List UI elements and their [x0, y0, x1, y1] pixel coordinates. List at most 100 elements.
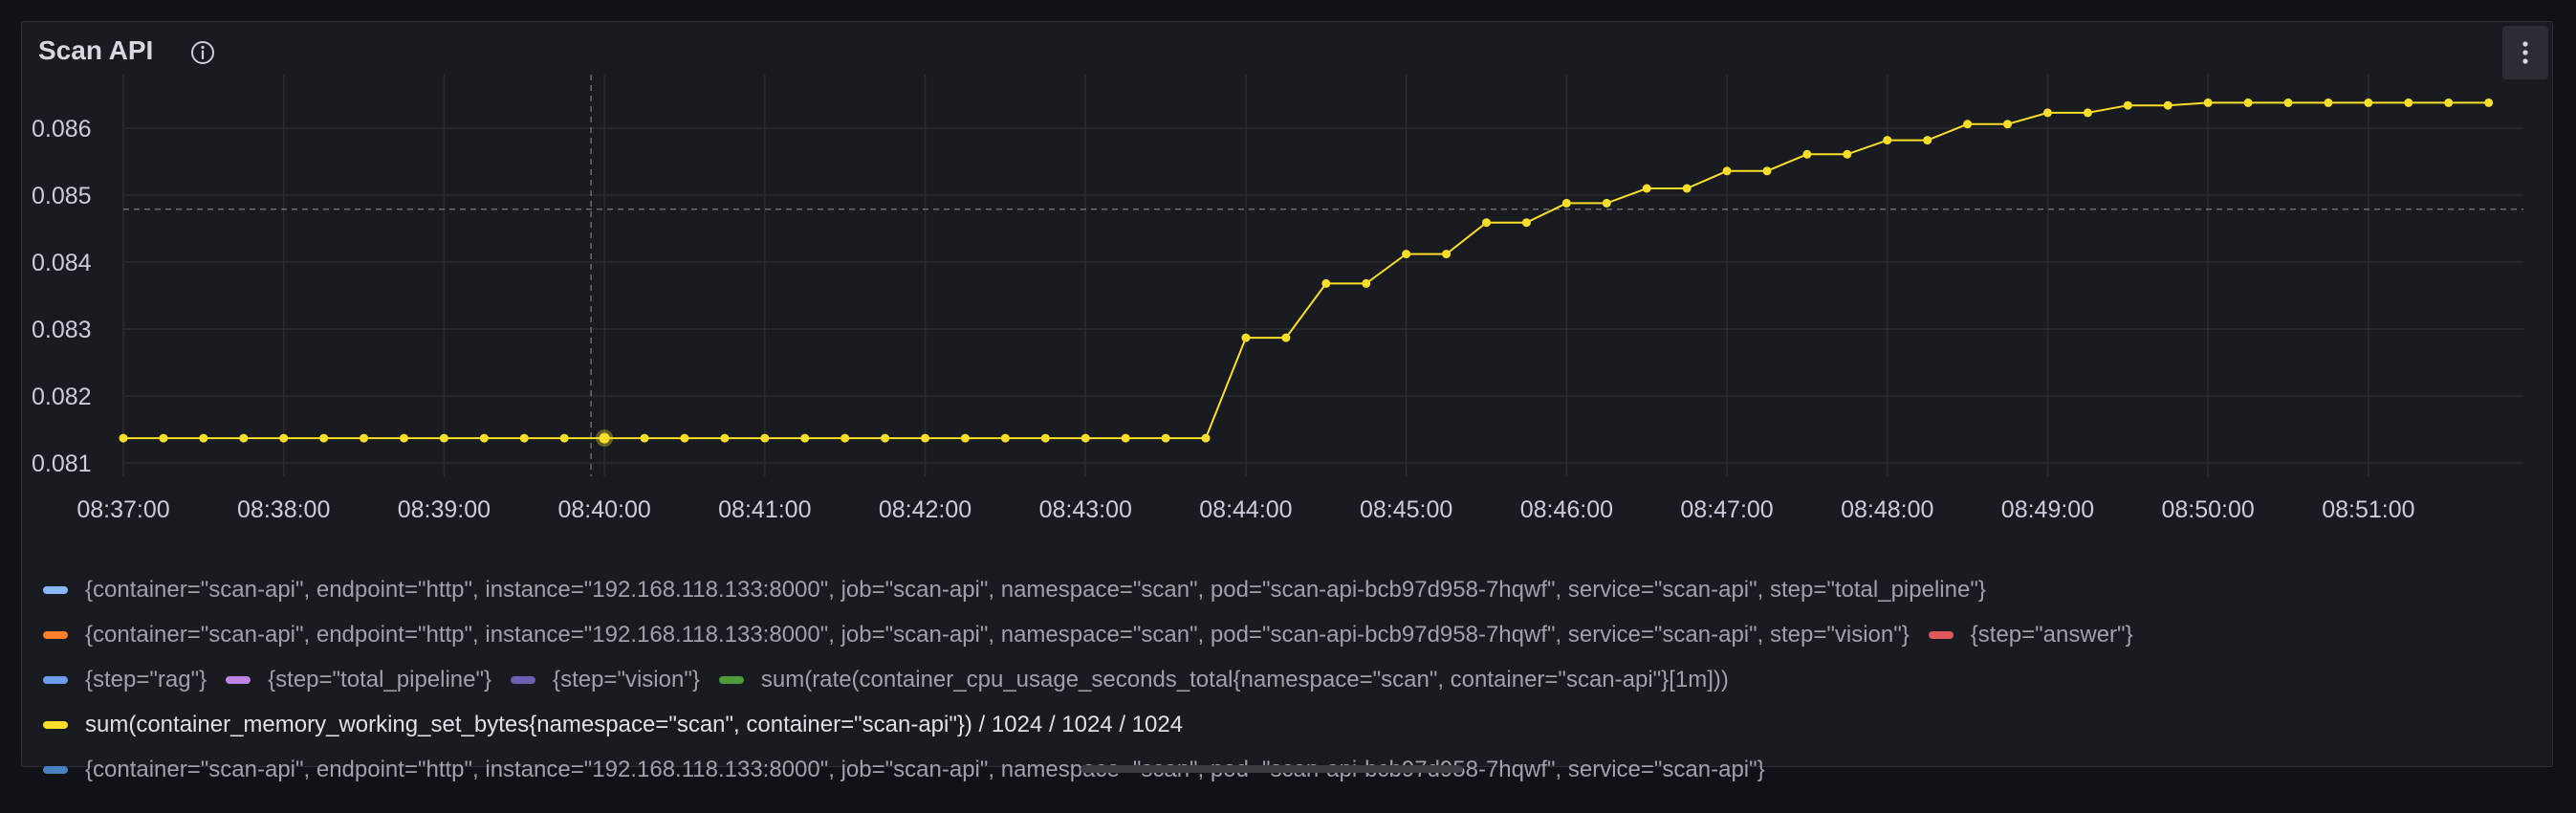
data-point[interactable]	[1642, 184, 1651, 193]
x-tick-label: 08:43:00	[1039, 496, 1132, 523]
legend-label: {container="scan-api", endpoint="http", …	[85, 757, 1765, 782]
data-point[interactable]	[2404, 98, 2413, 107]
data-point[interactable]	[2203, 98, 2213, 107]
data-point[interactable]	[1121, 433, 1130, 443]
legend-swatch	[43, 765, 68, 774]
data-point[interactable]	[399, 433, 408, 443]
data-point[interactable]	[1402, 250, 1411, 259]
data-point[interactable]	[2324, 98, 2333, 107]
data-point[interactable]	[1521, 218, 1531, 228]
data-point[interactable]	[2042, 108, 2052, 118]
x-tick-label: 08:49:00	[2001, 496, 2094, 523]
legend-item[interactable]: {container="scan-api", endpoint="http", …	[43, 747, 1765, 792]
data-point[interactable]	[1682, 184, 1692, 193]
data-point[interactable]	[1843, 149, 1852, 159]
x-tick-label: 08:42:00	[879, 496, 971, 523]
data-point[interactable]	[1281, 333, 1291, 342]
legend-label: {step="vision"}	[553, 667, 700, 692]
data-point[interactable]	[2123, 100, 2132, 110]
data-point[interactable]	[2283, 98, 2293, 107]
data-point[interactable]	[1802, 149, 1812, 159]
x-tick-label: 08:44:00	[1199, 496, 1292, 523]
legend-item[interactable]: {step="vision"}	[511, 657, 700, 702]
horizontal-scrollbar[interactable]	[1081, 765, 1463, 773]
data-point[interactable]	[479, 433, 489, 443]
data-point[interactable]	[680, 433, 689, 443]
data-point[interactable]	[1442, 250, 1452, 259]
memory-line-chart[interactable]: 0.081 0.082 0.083 0.084 0.085 0.086 08:37:00 08…	[22, 22, 2552, 558]
data-point[interactable]	[1722, 166, 1732, 176]
data-point[interactable]	[921, 433, 930, 443]
data-point[interactable]	[840, 433, 850, 443]
chart-panel: Scan API 0.081 0.082 0.083 0.084 0.085 0.086 0…	[21, 21, 2553, 782]
x-tick-label: 08:51:00	[2322, 496, 2414, 523]
y-tick-label: 0.084	[32, 250, 92, 276]
legend-item[interactable]: {container="scan-api", endpoint="http", …	[43, 567, 1986, 612]
y-tick-label: 0.086	[32, 116, 92, 143]
data-point[interactable]	[2003, 120, 2013, 129]
data-point[interactable]	[1923, 136, 1932, 145]
data-point[interactable]	[239, 433, 249, 443]
legend-swatch	[43, 675, 68, 684]
data-point[interactable]	[1161, 433, 1170, 443]
data-point[interactable]	[881, 433, 890, 443]
hover-data-point[interactable]	[599, 432, 610, 444]
legend-item[interactable]: {container="scan-api", endpoint="http", …	[43, 612, 1910, 657]
series-line[interactable]	[123, 101, 2489, 440]
data-point[interactable]	[720, 433, 730, 443]
data-point[interactable]	[1762, 166, 1772, 176]
legend-label: sum(container_memory_working_set_bytes{n…	[85, 712, 1184, 737]
x-tick-label: 08:48:00	[1841, 496, 1933, 523]
legend-item[interactable]: sum(rate(container_cpu_usage_seconds_tot…	[718, 657, 1729, 702]
data-point[interactable]	[439, 433, 448, 443]
data-point[interactable]	[2484, 98, 2494, 107]
data-point[interactable]	[1241, 333, 1251, 342]
legend-label: {container="scan-api", endpoint="http", …	[85, 577, 1986, 603]
data-point[interactable]	[2364, 98, 2373, 107]
data-point[interactable]	[159, 433, 168, 443]
data-point[interactable]	[1201, 433, 1211, 443]
data-point[interactable]	[2163, 100, 2172, 110]
legend-swatch	[511, 675, 536, 684]
data-point[interactable]	[1883, 136, 1892, 145]
x-tick-label: 08:40:00	[557, 496, 650, 523]
data-point[interactable]	[1482, 218, 1492, 228]
data-point[interactable]	[800, 433, 810, 443]
x-tick-label: 08:41:00	[718, 496, 811, 523]
data-point[interactable]	[2444, 98, 2454, 107]
data-point[interactable]	[319, 433, 329, 443]
legend-label: {step="rag"}	[85, 667, 207, 692]
legend-label: {step="answer"}	[1970, 622, 2133, 648]
data-point[interactable]	[519, 433, 529, 443]
data-point[interactable]	[1602, 198, 1611, 208]
data-point[interactable]	[960, 433, 970, 443]
data-point[interactable]	[360, 433, 369, 443]
legend-swatch	[1928, 630, 1954, 639]
data-point[interactable]	[559, 433, 569, 443]
chart-legend: {container="scan-api", endpoint="http", …	[43, 567, 2548, 792]
data-point[interactable]	[199, 433, 208, 443]
data-point[interactable]	[1081, 433, 1090, 443]
data-point[interactable]	[1362, 278, 1371, 288]
data-point[interactable]	[760, 433, 770, 443]
data-point[interactable]	[1000, 433, 1010, 443]
data-point[interactable]	[1321, 278, 1331, 288]
y-tick-label: 0.081	[32, 450, 92, 477]
data-point[interactable]	[2083, 108, 2092, 118]
legend-item[interactable]: {step="answer"}	[1928, 612, 2133, 657]
data-point[interactable]	[640, 433, 649, 443]
y-tick-label: 0.083	[32, 317, 92, 343]
legend-row: {container="scan-api", endpoint="http", …	[43, 612, 2548, 657]
x-tick-label: 08:47:00	[1680, 496, 1773, 523]
data-point[interactable]	[2243, 98, 2253, 107]
legend-item[interactable]: {step="total_pipeline"}	[226, 657, 491, 702]
x-tick-label: 08:38:00	[237, 496, 330, 523]
data-point[interactable]	[1040, 433, 1050, 443]
data-point[interactable]	[119, 433, 128, 443]
legend-item[interactable]: sum(container_memory_working_set_bytes{n…	[43, 702, 1183, 747]
data-point[interactable]	[279, 433, 289, 443]
data-point[interactable]	[1561, 198, 1571, 208]
x-tick-label: 08:45:00	[1360, 496, 1452, 523]
legend-item[interactable]: {step="rag"}	[43, 657, 207, 702]
data-point[interactable]	[1963, 120, 1973, 129]
